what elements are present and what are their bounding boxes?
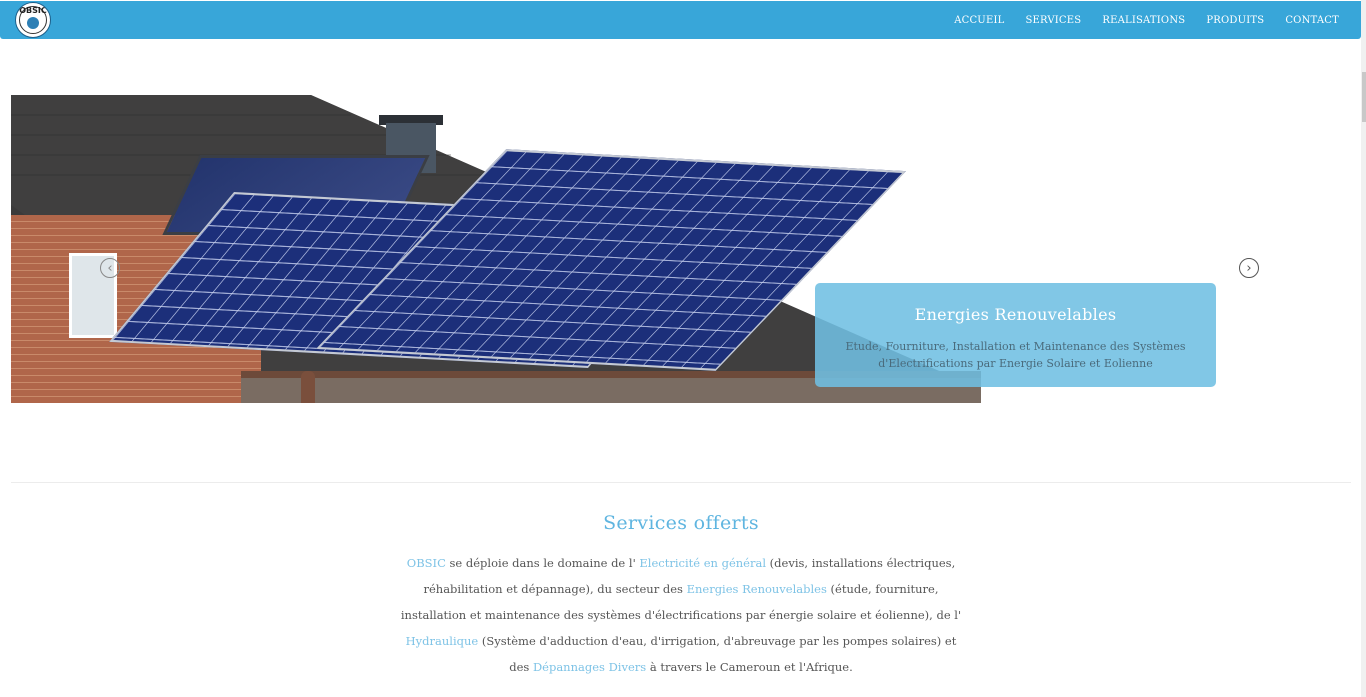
caption-title: Energies Renouvelables bbox=[914, 305, 1117, 324]
nav-contact[interactable]: CONTACT bbox=[1285, 15, 1339, 26]
services-section: Services offerts OBSIC se déploie dans l… bbox=[400, 512, 962, 680]
logo[interactable]: OBSIC bbox=[15, 2, 51, 38]
link-hydraulique[interactable]: Hydraulique bbox=[406, 634, 479, 648]
services-title: Services offerts bbox=[603, 512, 759, 534]
text-fragment: à travers le Cameroun et l'Afrique. bbox=[646, 660, 853, 674]
chevron-right-icon[interactable]: › bbox=[1239, 258, 1259, 278]
main-nav: ACCUEIL SERVICES REALISATIONS PRODUITS C… bbox=[954, 1, 1339, 39]
chevron-left-icon[interactable]: ‹ bbox=[100, 258, 120, 278]
link-obsic[interactable]: OBSIC bbox=[407, 556, 446, 570]
carousel-caption: Energies Renouvelables Etude, Fourniture… bbox=[815, 283, 1216, 387]
nav-accueil[interactable]: ACCUEIL bbox=[954, 15, 1004, 26]
services-description: OBSIC se déploie dans le domaine de l' E… bbox=[400, 550, 962, 680]
downpipe bbox=[301, 371, 315, 403]
text-fragment: se déploie dans le domaine de l' bbox=[445, 556, 640, 570]
nav-services[interactable]: SERVICES bbox=[1025, 15, 1081, 26]
link-depannages[interactable]: Dépannages Divers bbox=[533, 660, 646, 674]
section-divider bbox=[11, 482, 1351, 483]
nav-produits[interactable]: PRODUITS bbox=[1206, 15, 1264, 26]
globe-icon bbox=[27, 17, 39, 29]
nav-realisations[interactable]: REALISATIONS bbox=[1102, 15, 1185, 26]
caption-text: Etude, Fourniture, Installation et Maint… bbox=[845, 340, 1186, 370]
link-energies-renouvelables[interactable]: Energies Renouvelables bbox=[687, 582, 827, 596]
logo-text: OBSIC bbox=[19, 6, 47, 15]
vertical-scrollbar[interactable] bbox=[1361, 0, 1366, 697]
link-electricite[interactable]: Electricité en général bbox=[639, 556, 766, 570]
hero-carousel: Energies Renouvelables Etude, Fourniture… bbox=[11, 95, 1271, 403]
scrollbar-thumb[interactable] bbox=[1362, 72, 1366, 122]
navbar: OBSIC ACCUEIL SERVICES REALISATIONS PROD… bbox=[0, 1, 1361, 39]
